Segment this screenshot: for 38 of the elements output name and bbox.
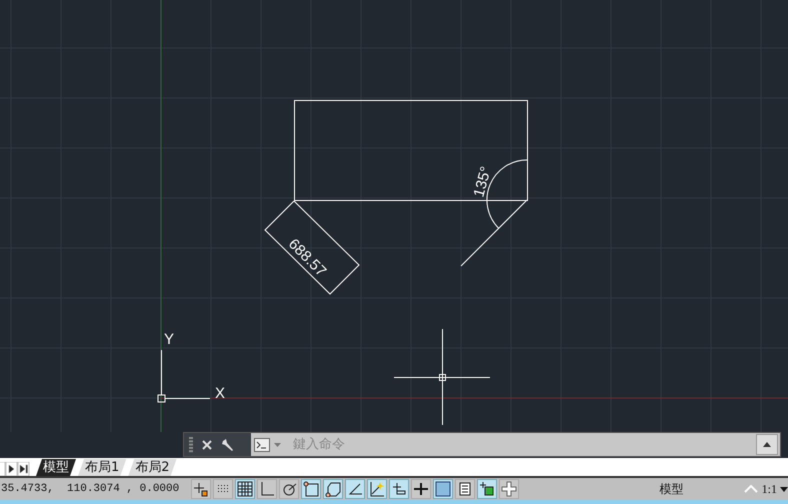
layout-tab[interactable]: 布局1 <box>78 459 126 476</box>
osnap3d-toggle[interactable] <box>323 479 343 499</box>
close-icon[interactable] <box>202 440 212 450</box>
caret-icon[interactable] <box>780 486 788 492</box>
coordinates-readout: 35.4733, 110.3074 , 0.0000 <box>1 483 180 495</box>
tee-toggle[interactable] <box>389 479 409 499</box>
axis-y-label: Y <box>164 331 174 348</box>
angle-text: 135° <box>470 164 495 200</box>
cross-icon <box>501 481 517 497</box>
snap-toggle[interactable] <box>191 479 211 499</box>
layout-tab[interactable]: 布局2 <box>128 459 177 476</box>
polar-toggle[interactable] <box>279 479 299 499</box>
panel-toggle[interactable] <box>455 479 475 499</box>
ortho-toggle[interactable] <box>257 479 277 499</box>
command-field[interactable]: 鍵入命令 <box>251 433 780 456</box>
prompt-icon[interactable] <box>254 438 270 452</box>
model-space-label: 模型 <box>660 480 684 498</box>
cross-toggle[interactable] <box>499 479 519 499</box>
osnap-toggle[interactable] <box>301 479 321 499</box>
scale-label[interactable]: 1:1 <box>762 482 777 496</box>
ucs-icon <box>158 350 210 402</box>
caret-up-icon <box>763 442 771 447</box>
grid-icon <box>237 481 253 497</box>
layout-tab[interactable]: 模型 <box>36 459 76 476</box>
transparency-toggle[interactable] <box>433 479 453 499</box>
history-button[interactable] <box>756 434 778 455</box>
angle-toggle[interactable] <box>345 479 365 499</box>
wrench-icon[interactable] <box>221 438 235 452</box>
weight-toggle[interactable] <box>411 479 431 499</box>
grid-toggle[interactable] <box>235 479 255 499</box>
cycle-toggle[interactable] <box>477 479 497 499</box>
command-input-field[interactable]: 鍵入命令 <box>285 436 752 453</box>
axis-x-label: X <box>215 385 226 402</box>
dyn-toggle[interactable] <box>367 479 387 499</box>
grip-icon[interactable] <box>189 436 193 452</box>
angle-icon <box>347 481 363 497</box>
dots-toggle[interactable] <box>213 479 233 499</box>
diagonal-line <box>460 200 528 266</box>
